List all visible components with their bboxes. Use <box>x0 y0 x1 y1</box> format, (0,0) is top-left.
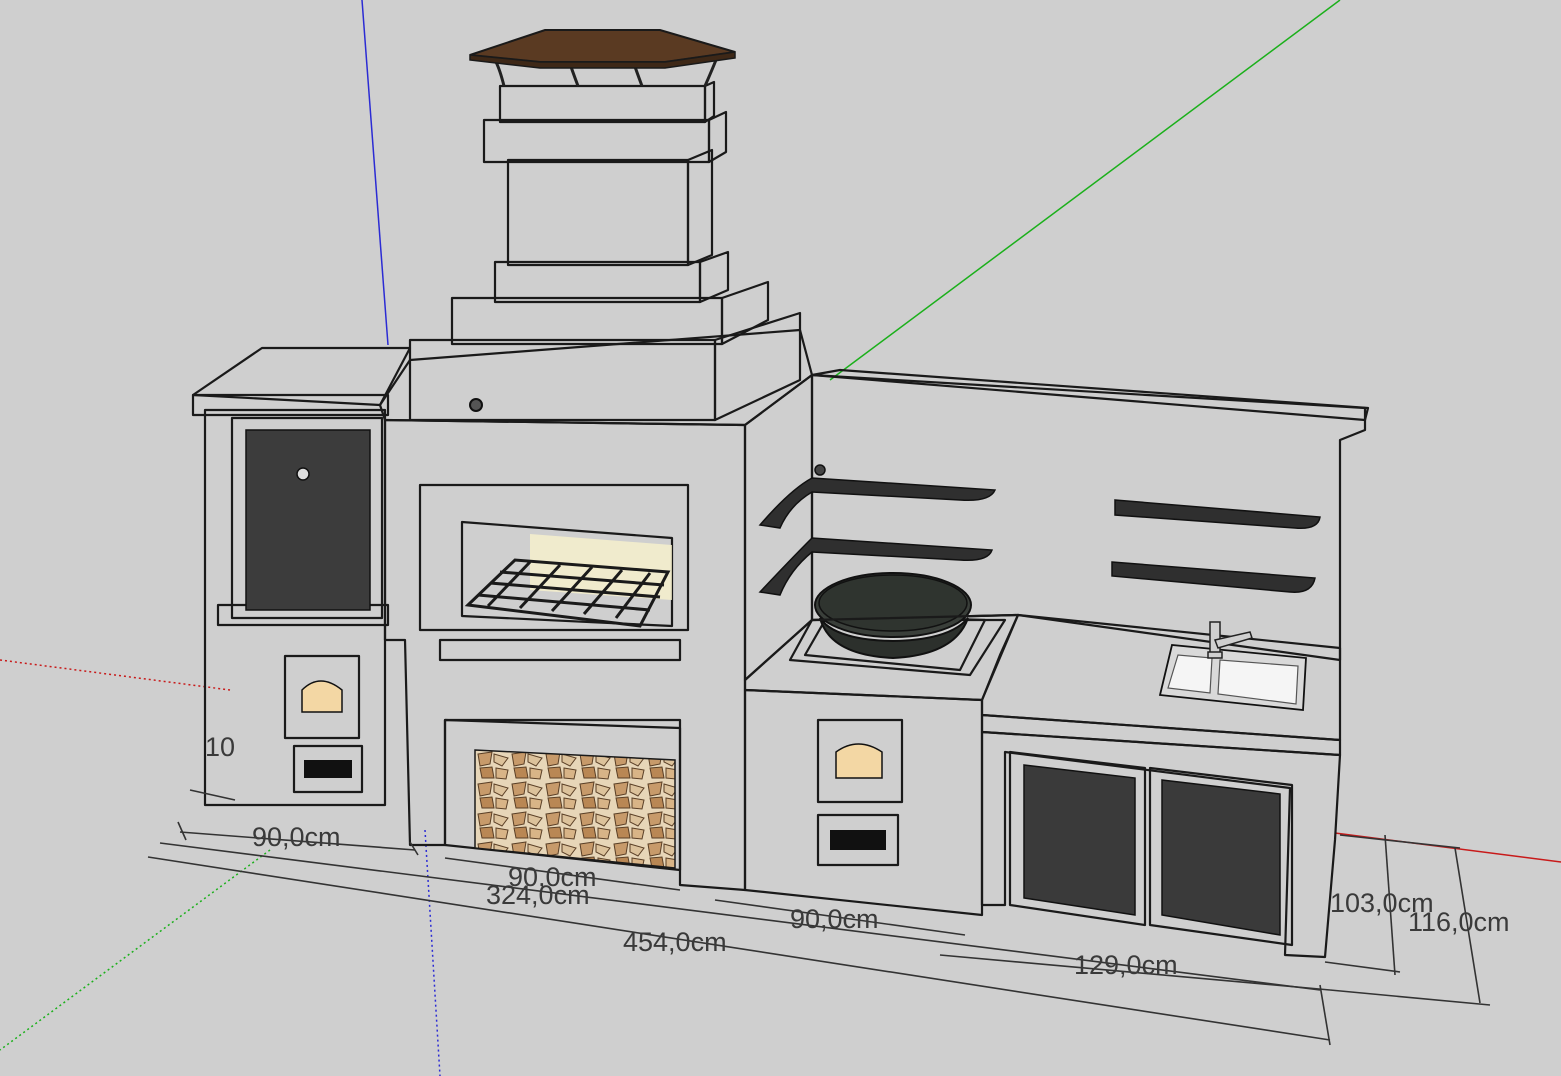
wall-shelves <box>758 477 1321 596</box>
blue-axis-hidden <box>424 829 441 1076</box>
blue-axis <box>361 0 389 346</box>
dim-overall-454: 454,0cm <box>623 927 727 957</box>
sketchup-viewport: 10 90,0cm 90,0cm 324,0cm 454,0cm 90,0cm … <box>0 0 1561 1076</box>
dim-height-116: 116,0cm <box>1408 907 1510 937</box>
grill-block <box>378 29 814 892</box>
double-sink-icon[interactable] <box>1158 644 1307 711</box>
green-axis-hidden <box>0 849 271 1051</box>
door-handle-icon[interactable] <box>296 467 310 481</box>
chimney-cap-icon <box>469 29 736 87</box>
dim-overall-324: 324,0cm <box>486 880 590 910</box>
dim-partial-left: 10 <box>205 732 235 762</box>
green-axis <box>829 0 1341 381</box>
dim-cauldron-section: 90,0cm <box>790 904 879 934</box>
wall-hook-icon <box>814 464 826 476</box>
firewood-stack-icon <box>474 749 676 869</box>
model-axes <box>0 0 1561 1076</box>
sink-block <box>980 613 1342 959</box>
cauldron-block <box>743 572 1020 917</box>
dim-left-section: 90,0cm <box>252 822 341 852</box>
dim-sink-section: 129,0cm <box>1074 950 1178 980</box>
red-axis-hidden <box>0 659 231 691</box>
damper-knob-icon[interactable] <box>469 398 483 412</box>
kazan-wok-icon[interactable] <box>814 572 972 660</box>
